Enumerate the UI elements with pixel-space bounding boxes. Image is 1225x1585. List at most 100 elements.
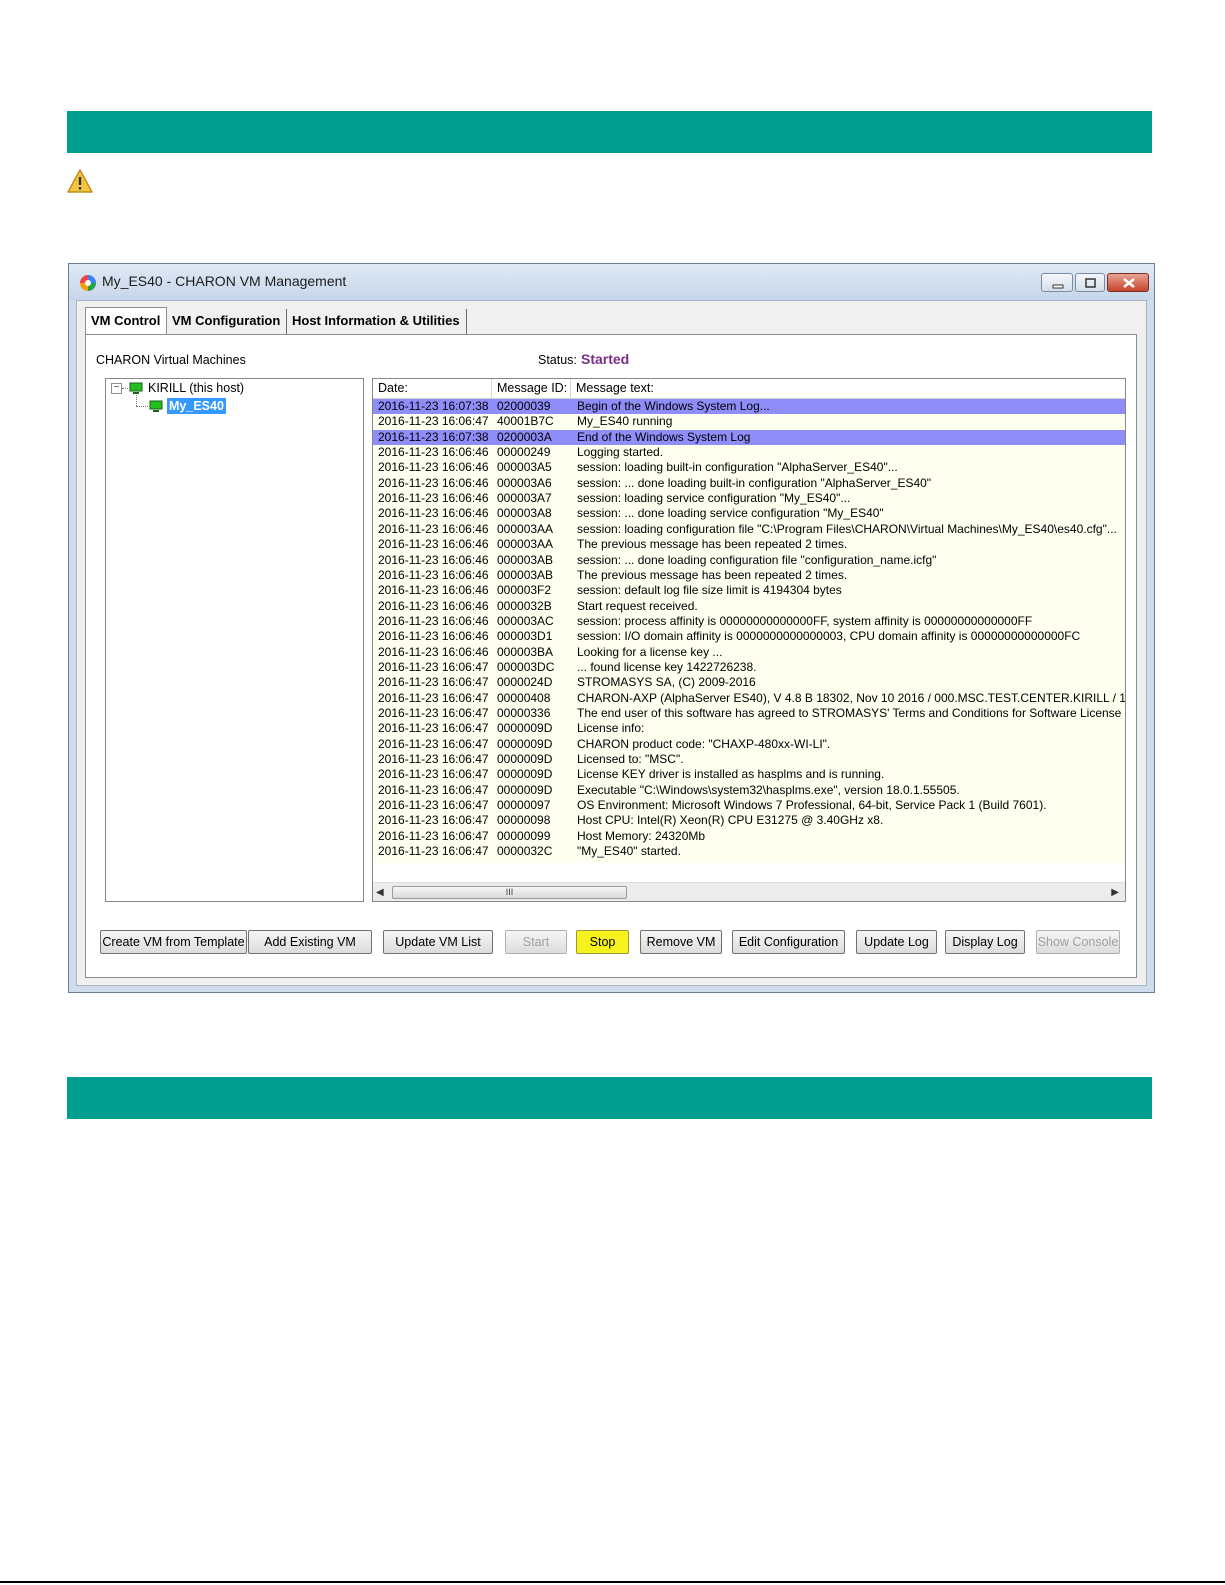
log-row[interactable]: 2016-11-23 16:06:46 000003AA session: load… [373, 522, 1125, 537]
log-id-cell: 000003AC [497, 613, 554, 628]
collapse-toggle[interactable]: − [111, 383, 122, 394]
log-date-cell: 2016-11-23 16:07:38 [378, 399, 489, 413]
log-date-cell: 2016-11-23 16:06:47 [378, 844, 489, 859]
edit-configuration-button[interactable]: Edit Configuration [732, 930, 845, 954]
column-header-message-text[interactable]: Message text: [571, 379, 1125, 398]
log-text-cell: My_ES40 running [577, 414, 673, 429]
column-header-message-id[interactable]: Message ID: [492, 379, 571, 398]
log-row[interactable]: 2016-11-23 16:06:47 0000009D CHARON produc… [373, 737, 1125, 752]
log-text-cell: session: loading built-in configuration … [577, 460, 898, 475]
vm-monitor-icon [149, 400, 163, 412]
tab-vm-control[interactable]: VM Control [85, 307, 167, 335]
log-row[interactable]: 2016-11-23 16:06:47 0000009D License KEY d… [373, 767, 1125, 782]
log-text-cell: Host CPU: Intel(R) Xeon(R) CPU E31275 @ … [577, 813, 884, 828]
log-text-cell: session: loading service configuration "… [577, 491, 851, 506]
log-id-cell: 0000009D [497, 767, 553, 782]
log-date-cell: 2016-11-23 16:06:46 [378, 552, 489, 567]
log-row[interactable]: 2016-11-23 16:06:47 00000336 The end user … [373, 706, 1125, 721]
log-text-cell: License info: [577, 721, 645, 736]
log-date-cell: 2016-11-23 16:06:46 [378, 583, 489, 598]
log-date-cell: 2016-11-23 16:06:46 [378, 567, 489, 582]
log-row[interactable]: 2016-11-23 16:06:47 40001B7C My_ES40 runni… [373, 414, 1125, 429]
log-row[interactable]: 2016-11-23 16:06:46 000003AA The previous … [373, 537, 1125, 552]
log-date-cell: 2016-11-23 16:06:47 [378, 721, 489, 736]
log-id-cell: 0000009D [497, 752, 553, 767]
window-client-area: VM Control VM Configuration Host Informa… [76, 300, 1147, 986]
log-row[interactable]: 2016-11-23 16:06:47 00000408 CHARON-AXP (A… [373, 691, 1125, 706]
log-id-cell: 000003AB [497, 567, 554, 582]
log-text-cell: License KEY driver is installed as haspl… [577, 767, 885, 782]
log-row[interactable]: 2016-11-23 16:06:46 000003F2 session: defa… [373, 583, 1125, 598]
charon-app-icon [80, 275, 96, 291]
log-list[interactable]: Date: Message ID: Message text: 2016-11-… [372, 378, 1126, 902]
title-bar[interactable]: My_ES40 - CHARON VM Management [69, 264, 1154, 300]
log-date-cell: 2016-11-23 16:06:46 [378, 629, 489, 644]
log-row[interactable]: 2016-11-23 16:06:47 0000009D License info: [373, 721, 1125, 736]
log-id-cell: 0000009D [497, 736, 553, 751]
log-row[interactable]: 2016-11-23 16:06:46 000003AB The previous … [373, 568, 1125, 583]
tree-host-node[interactable]: KIRILL (this host) [148, 381, 244, 395]
log-row[interactable]: 2016-11-23 16:06:46 0000032B Start request… [373, 599, 1125, 614]
horizontal-scrollbar[interactable]: ◀ III ▶ [373, 882, 1125, 901]
log-row[interactable]: 2016-11-23 16:06:46 000003BA Looking for a… [373, 645, 1125, 660]
log-row[interactable]: 2016-11-23 16:06:47 0000024D STROMASYS SA,… [373, 675, 1125, 690]
log-date-cell: 2016-11-23 16:06:47 [378, 752, 489, 767]
log-text-cell: OS Environment: Microsoft Windows 7 Prof… [577, 798, 1047, 813]
log-text-cell: "My_ES40" started. [577, 844, 681, 859]
log-id-cell: 000003AA [497, 521, 554, 536]
close-button[interactable] [1107, 273, 1149, 292]
log-row[interactable]: 2016-11-23 16:06:47 00000098 Host CPU: Int… [373, 813, 1125, 828]
remove-vm-button[interactable]: Remove VM [640, 930, 722, 954]
display-log-button[interactable]: Display Log [945, 930, 1025, 954]
log-row[interactable]: 2016-11-23 16:06:46 00000249 Logging start… [373, 445, 1125, 460]
log-row[interactable]: 2016-11-23 16:06:46 000003AB session: ... … [373, 553, 1125, 568]
log-row[interactable]: 2016-11-23 16:06:47 00000099 Host Memory: … [373, 829, 1125, 844]
add-existing-vm-button[interactable]: Add Existing VM [248, 930, 372, 954]
log-row[interactable]: 2016-11-23 16:06:47 0000009D Licensed to: … [373, 752, 1125, 767]
section-header-bar [67, 1077, 1152, 1119]
window-title: My_ES40 - CHARON VM Management [102, 273, 347, 289]
log-row[interactable]: 2016-11-23 16:06:47 000003DC ... found lic… [373, 660, 1125, 675]
log-text-cell: The end user of this software has agreed… [577, 706, 1125, 720]
tab-host-information-utilities[interactable]: Host Information & Utilities [287, 309, 467, 335]
tree-vm-node[interactable]: My_ES40 [167, 398, 226, 414]
vm-control-panel: CHARON Virtual Machines Status: Started … [85, 334, 1137, 978]
log-row[interactable]: 2016-11-23 16:06:46 000003A5 session: load… [373, 460, 1125, 475]
scrollbar-thumb[interactable]: III [392, 886, 627, 899]
log-text-cell: Host Memory: 24320Mb [577, 828, 706, 843]
stop-button[interactable]: Stop [576, 930, 629, 954]
maximize-button[interactable] [1075, 273, 1105, 292]
log-row[interactable]: 2016-11-23 16:06:46 000003AC session: proc… [373, 614, 1125, 629]
log-date-cell: 2016-11-23 16:06:47 [378, 828, 489, 843]
log-row[interactable]: 2016-11-23 16:06:47 00000097 OS Environmen… [373, 798, 1125, 813]
maximize-icon [1085, 278, 1096, 288]
log-row[interactable]: 2016-11-23 16:06:46 000003A6 session: ... … [373, 476, 1125, 491]
log-date-cell: 2016-11-23 16:06:46 [378, 506, 489, 521]
log-row[interactable]: 2016-11-23 16:06:46 000003A8 session: ... … [373, 506, 1125, 521]
minimize-button[interactable] [1041, 273, 1073, 292]
status-value: Started [581, 351, 630, 367]
create-vm-from-template-button[interactable]: Create VM from Template [100, 930, 247, 954]
log-date-cell: 2016-11-23 16:06:46 [378, 445, 489, 460]
update-log-button[interactable]: Update Log [856, 930, 937, 954]
log-text-cell: Logging started. [577, 445, 664, 460]
scroll-right-icon[interactable]: ▶ [1111, 887, 1119, 898]
column-header-date[interactable]: Date: [373, 379, 492, 398]
update-vm-list-button[interactable]: Update VM List [383, 930, 493, 954]
log-text-cell: session: loading configuration file "C:\… [577, 521, 1117, 536]
log-row[interactable]: 2016-11-23 16:07:38 0200003A End of the Wi… [373, 429, 1125, 445]
log-row[interactable]: 2016-11-23 16:07:38 02000039 Begin of the … [373, 399, 1125, 414]
status-label: Status: [538, 353, 577, 367]
log-row[interactable]: 2016-11-23 16:06:47 0000032C "My_ES40" sta… [373, 844, 1125, 859]
log-row[interactable]: 2016-11-23 16:06:46 000003D1 session: I/O … [373, 629, 1125, 644]
page-bottom-rule [0, 1581, 1225, 1583]
vm-tree[interactable]: − KIRILL (this host) My_ES40 [105, 378, 364, 902]
log-row[interactable]: 2016-11-23 16:06:47 0000009D Executable "C… [373, 783, 1125, 798]
scroll-left-icon[interactable]: ◀ [376, 887, 384, 898]
log-id-cell: 000003A5 [497, 460, 552, 475]
tree-line [136, 406, 148, 407]
log-id-cell: 00000099 [497, 828, 551, 843]
log-date-cell: 2016-11-23 16:06:46 [378, 460, 489, 475]
tab-vm-configuration[interactable]: VM Configuration [167, 309, 287, 335]
log-row[interactable]: 2016-11-23 16:06:46 000003A7 session: load… [373, 491, 1125, 506]
